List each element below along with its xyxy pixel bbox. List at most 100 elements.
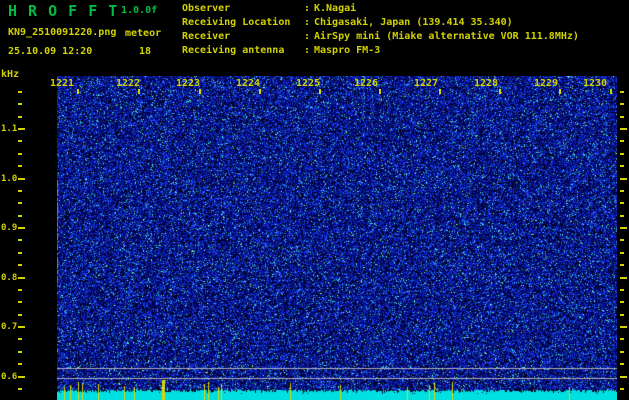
info-row: Receiving antenna: Maspro FM-3 — [182, 45, 579, 59]
time-tick-label: 1228 — [474, 78, 499, 89]
freq-tick — [620, 165, 624, 167]
freq-tick — [18, 351, 22, 353]
freq-tick — [18, 277, 25, 279]
time-tick-label: 1229 — [534, 78, 559, 89]
freq-tick — [18, 103, 22, 105]
info-row: Receiver: AirSpy mini (Miake alternative … — [182, 31, 579, 45]
freq-tick — [620, 277, 627, 279]
freq-tick — [620, 252, 624, 254]
freq-tick — [18, 116, 22, 118]
freq-tick — [620, 91, 624, 93]
freq-tick — [620, 338, 624, 340]
freq-tick — [620, 178, 627, 180]
freq-tick — [620, 376, 627, 378]
freq-tick — [18, 326, 25, 328]
freq-tick — [620, 326, 627, 328]
time-tick-label: 1221 — [50, 78, 75, 89]
freq-tick — [18, 128, 25, 130]
time-tick-label: 1225 — [296, 78, 321, 89]
freq-tick-label: 0.9 — [1, 223, 18, 233]
freq-tick — [18, 338, 22, 340]
time-tick — [259, 89, 261, 94]
time-tick-label: 1223 — [176, 78, 201, 89]
info-value: AirSpy mini (Miake alternative VOR 111.8… — [314, 31, 579, 42]
freq-tick — [620, 153, 624, 155]
time-tick-label: 1224 — [236, 78, 261, 89]
freq-tick — [18, 314, 22, 316]
time-tick — [138, 89, 140, 94]
freq-tick — [620, 289, 624, 291]
freq-tick — [18, 252, 22, 254]
freq-tick — [620, 301, 624, 303]
meteor-count-label: meteor — [125, 28, 162, 39]
time-tick — [319, 89, 321, 94]
freq-tick — [620, 388, 624, 390]
freq-tick — [18, 178, 25, 180]
freq-tick — [18, 227, 25, 229]
freq-tick — [620, 116, 624, 118]
time-tick — [379, 89, 381, 94]
freq-tick — [620, 363, 624, 365]
info-label: Receiving Location — [182, 17, 291, 28]
freq-tick — [18, 363, 22, 365]
freq-tick — [18, 264, 22, 266]
info-colon: : — [304, 3, 311, 14]
hrofft-screen: H R O F F T 1.0.0f KN9_2510091220.png me… — [0, 0, 629, 400]
timestamp: 25.10.09 12:20 — [8, 46, 93, 57]
freq-tick — [18, 301, 22, 303]
info-label: Observer — [182, 3, 231, 14]
freq-tick — [620, 239, 624, 241]
freq-tick — [620, 351, 624, 353]
info-colon: : — [304, 17, 311, 28]
freq-tick — [18, 165, 22, 167]
freq-tick — [18, 388, 22, 390]
freq-tick — [620, 128, 627, 130]
meteor-count-value: 18 — [139, 46, 152, 57]
time-tick-label: 1227 — [414, 78, 439, 89]
freq-tick — [18, 91, 22, 93]
info-colon: : — [304, 45, 311, 56]
app-version: 1.0.0f — [121, 5, 158, 16]
spectrogram-canvas — [57, 76, 617, 400]
info-colon: : — [304, 31, 311, 42]
freq-tick-label: 1.0 — [1, 174, 18, 184]
time-tick — [439, 89, 441, 94]
freq-tick — [620, 103, 624, 105]
freq-tick-label: 0.8 — [1, 273, 18, 283]
freq-tick-label: 0.6 — [1, 372, 18, 382]
freq-tick — [620, 314, 624, 316]
freq-tick — [18, 202, 22, 204]
time-tick — [499, 89, 501, 94]
freq-tick-label: 0.7 — [1, 322, 18, 332]
station-info-block: Observer: K.Nagai Receiving Location: Chiga… — [182, 3, 579, 59]
time-tick — [610, 89, 612, 94]
time-tick — [559, 89, 561, 94]
freq-tick — [18, 215, 22, 217]
output-filename: KN9_2510091220.png — [8, 27, 117, 38]
y-axis-unit-label: kHz — [1, 69, 20, 80]
freq-tick — [18, 153, 22, 155]
freq-tick — [620, 227, 627, 229]
info-value: Chigasaki, Japan (139.414 35.340) — [314, 17, 513, 28]
app-title: H R O F F T — [8, 2, 119, 20]
freq-tick — [620, 264, 624, 266]
freq-tick — [620, 202, 624, 204]
info-row: Observer: K.Nagai — [182, 3, 579, 17]
freq-tick — [18, 289, 22, 291]
info-label: Receiving antenna — [182, 45, 285, 56]
freq-tick — [18, 140, 22, 142]
info-value: Maspro FM-3 — [314, 45, 381, 56]
freq-tick-label: 1.1 — [1, 124, 18, 134]
info-value: K.Nagai — [314, 3, 357, 14]
time-tick — [77, 89, 79, 94]
info-row: Receiving Location: Chigasaki, Japan (139… — [182, 17, 579, 31]
time-tick — [199, 89, 201, 94]
time-tick-label: 1230 — [583, 78, 608, 89]
freq-tick — [620, 215, 624, 217]
freq-tick — [18, 239, 22, 241]
time-tick-label: 1226 — [354, 78, 379, 89]
freq-tick — [18, 376, 25, 378]
info-label: Receiver — [182, 31, 231, 42]
freq-tick — [620, 140, 624, 142]
time-tick-label: 1222 — [116, 78, 141, 89]
